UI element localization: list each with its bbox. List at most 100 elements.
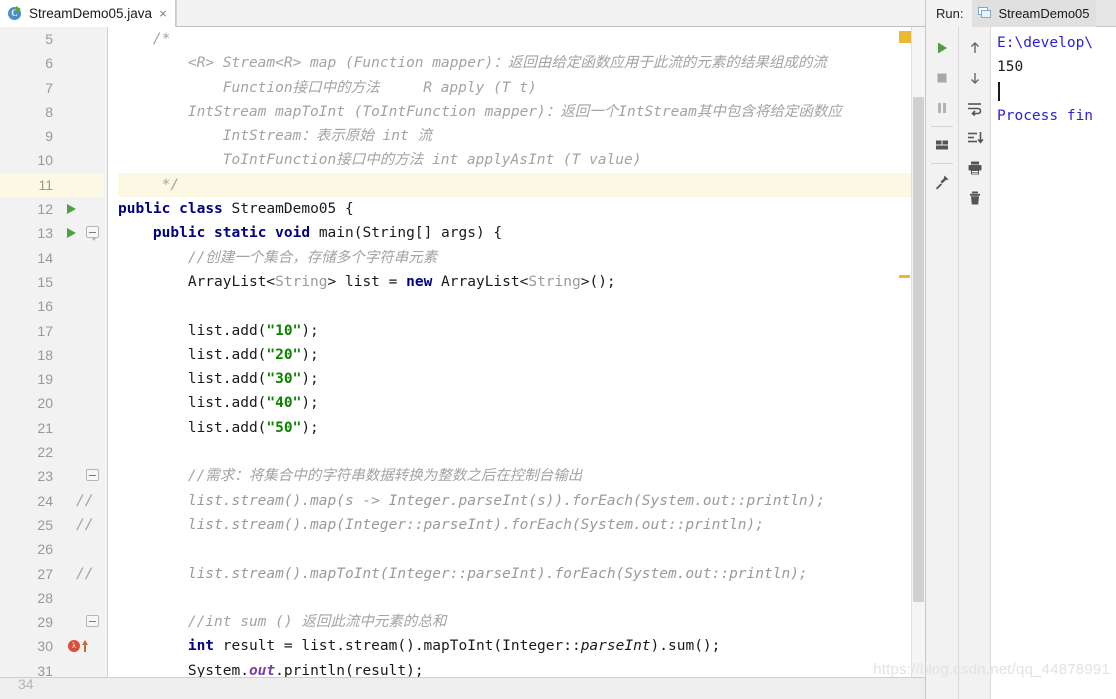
code-line[interactable]: list.add("30"); — [118, 367, 925, 391]
gutter-marker-cell[interactable] — [62, 586, 104, 610]
code-line[interactable]: list.stream().map(s -> Integer.parseInt(… — [118, 489, 925, 513]
code-line[interactable] — [118, 440, 925, 464]
code-line[interactable]: <R> Stream<R> map (Function mapper)：返回由给… — [118, 51, 925, 75]
gutter-marker-cell[interactable] — [62, 172, 104, 198]
code-line[interactable]: System.out.println(result); — [118, 659, 925, 677]
soft-wrap-button[interactable] — [960, 93, 990, 123]
code-line[interactable]: IntStream：表示原始 int 流 — [118, 124, 925, 148]
code-line[interactable]: list.stream().mapToInt(Integer::parseInt… — [118, 562, 925, 586]
layout-button[interactable] — [927, 130, 957, 160]
gutter-marker-cell[interactable]: // — [62, 513, 104, 537]
pause-button[interactable] — [927, 93, 957, 123]
line-number[interactable]: 31 — [0, 659, 62, 677]
gutter-marker-cell[interactable]: // — [62, 562, 104, 586]
gutter-marker-cell[interactable] — [62, 100, 104, 124]
gutter-marker-cell[interactable] — [62, 148, 104, 172]
line-number[interactable]: 26 — [0, 537, 62, 561]
run-triangle-icon[interactable] — [67, 204, 76, 215]
gutter-marker-cell[interactable] — [62, 343, 104, 367]
code-line[interactable]: list.add("50"); — [118, 416, 925, 440]
gutter-marker-cell[interactable] — [62, 440, 104, 464]
gutter-marker-cell[interactable] — [62, 76, 104, 100]
clear-all-button[interactable] — [960, 183, 990, 213]
code-line[interactable]: list.add("20"); — [118, 343, 925, 367]
line-number[interactable]: 28 — [0, 586, 62, 610]
fold-collapse-icon[interactable] — [86, 226, 99, 242]
line-number[interactable]: 19 — [0, 367, 62, 391]
gutter-marker-cell[interactable] — [62, 659, 104, 677]
line-number[interactable]: 20 — [0, 391, 62, 415]
code-line[interactable]: //需求：将集合中的字符串数据转换为整数之后在控制台输出 — [118, 464, 925, 488]
rerun-button[interactable] — [927, 33, 957, 63]
fold-collapse-icon[interactable] — [86, 615, 99, 630]
fold-collapse-icon[interactable] — [86, 469, 99, 484]
code-line[interactable]: ToIntFunction接口中的方法 int applyAsInt (T va… — [118, 148, 925, 172]
code-line[interactable]: list.stream().map(Integer::parseInt).for… — [118, 513, 925, 537]
code-line[interactable]: Function接口中的方法 R apply (T t) — [118, 76, 925, 100]
line-number[interactable]: 10 — [0, 148, 62, 172]
line-number[interactable]: 16 — [0, 294, 62, 318]
gutter-marker-cell[interactable] — [62, 464, 104, 488]
line-number[interactable]: 27 — [0, 562, 62, 586]
line-number[interactable]: 30 — [0, 634, 62, 658]
gutter-marker-cell[interactable] — [62, 27, 104, 51]
stop-button[interactable] — [927, 63, 957, 93]
line-number[interactable]: 15 — [0, 270, 62, 294]
code-line[interactable]: list.add("10"); — [118, 319, 925, 343]
code-line[interactable]: int result = list.stream().mapToInt(Inte… — [118, 634, 925, 658]
gutter-marker-cell[interactable] — [62, 197, 104, 221]
run-triangle-icon[interactable] — [67, 228, 76, 239]
line-number[interactable]: 7 — [0, 76, 62, 100]
line-number[interactable]: 13 — [0, 221, 62, 245]
gutter-marker-cell[interactable] — [62, 51, 104, 75]
gutter-marker-cell[interactable] — [62, 246, 104, 270]
line-number[interactable]: 22 — [0, 440, 62, 464]
gutter-marker-cell[interactable] — [62, 221, 104, 245]
gutter-marker-cell[interactable] — [62, 270, 104, 294]
close-icon[interactable]: × — [158, 7, 168, 20]
gutter-marker-cell[interactable] — [62, 294, 104, 318]
line-number[interactable]: 25 — [0, 513, 62, 537]
inspection-warning-icon[interactable]: λ — [68, 639, 89, 653]
code-text-area[interactable]: /* <R> Stream<R> map (Function mapper)：返… — [108, 27, 925, 677]
line-number[interactable]: 21 — [0, 416, 62, 440]
editor-gutter-icons[interactable]: // // // λ — [62, 27, 104, 677]
gutter-marker-cell[interactable] — [62, 416, 104, 440]
gutter-marker-cell[interactable] — [62, 610, 104, 634]
line-number[interactable]: 5 — [0, 27, 62, 51]
line-number[interactable]: 11 — [0, 172, 62, 198]
gutter-marker-cell[interactable] — [62, 391, 104, 415]
code-line[interactable]: list.add("40"); — [118, 391, 925, 415]
scroll-up-button[interactable] — [960, 33, 990, 63]
line-number[interactable]: 9 — [0, 124, 62, 148]
gutter-marker-cell[interactable]: // — [62, 489, 104, 513]
console-output[interactable]: E:\develop\ 150 Process fin — [990, 27, 1116, 699]
line-number[interactable]: 23 — [0, 464, 62, 488]
line-number[interactable]: 12 — [0, 197, 62, 221]
gutter-marker-cell[interactable]: λ — [62, 634, 104, 658]
code-line[interactable]: /* — [118, 27, 925, 51]
code-line[interactable]: IntStream mapToInt (ToIntFunction mapper… — [118, 100, 925, 124]
code-line[interactable]: //int sum () 返回此流中元素的总和 — [118, 610, 925, 634]
gutter-marker-cell[interactable] — [62, 537, 104, 561]
code-line[interactable] — [118, 537, 925, 561]
gutter-marker-cell[interactable] — [62, 367, 104, 391]
code-line[interactable]: */ — [118, 172, 925, 198]
run-configuration-tab[interactable]: StreamDemo05 — [972, 0, 1096, 27]
line-number[interactable]: 24 — [0, 489, 62, 513]
print-button[interactable] — [960, 153, 990, 183]
code-line[interactable]: //创建一个集合，存储多个字符串元素 — [118, 246, 925, 270]
line-number[interactable]: 18 — [0, 343, 62, 367]
code-line[interactable]: ArrayList<String> list = new ArrayList<S… — [118, 270, 925, 294]
editor-tab-streamdemo05[interactable]: C StreamDemo05.java × — [0, 0, 176, 27]
pin-button[interactable] — [927, 167, 957, 197]
gutter-marker-cell[interactable] — [62, 319, 104, 343]
scroll-to-end-button[interactable] — [960, 123, 990, 153]
line-number[interactable]: 8 — [0, 100, 62, 124]
line-number[interactable]: 29 — [0, 610, 62, 634]
line-number[interactable]: 6 — [0, 51, 62, 75]
line-number[interactable]: 17 — [0, 319, 62, 343]
editor-scrollbar-track[interactable] — [911, 27, 925, 677]
code-line[interactable] — [118, 294, 925, 318]
code-line[interactable]: public static void main(String[] args) { — [118, 221, 925, 245]
